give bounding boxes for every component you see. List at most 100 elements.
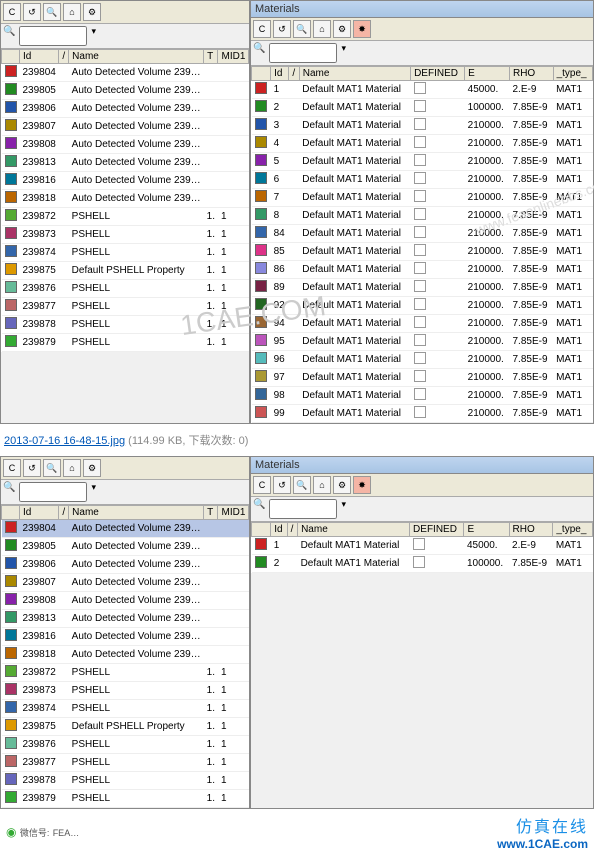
table-row[interactable]: 99Default MAT1 Material210000.7.85E-9MAT… bbox=[252, 405, 593, 423]
toolbar-btn-c[interactable]: C bbox=[253, 20, 271, 38]
toolbar-btn-q[interactable]: 🔍 bbox=[43, 3, 61, 21]
toolbar-btn-h[interactable]: ⌂ bbox=[313, 20, 331, 38]
table-row[interactable]: 239876PSHELL1.1PSHELL bbox=[2, 736, 250, 754]
table-row[interactable]: 5Default MAT1 Material210000.7.85E-9MAT1 bbox=[252, 153, 593, 171]
table-row[interactable]: 239805Auto Detected Volume 239…2PSOLID bbox=[2, 538, 250, 556]
defined-checkbox[interactable] bbox=[414, 280, 426, 292]
table-row[interactable]: 239879PSHELL1.1PSHELL bbox=[2, 790, 250, 808]
toolbar-btn-g[interactable]: ⚙ bbox=[333, 476, 351, 494]
table-row[interactable]: 239813Auto Detected Volume 239…2PSOLID bbox=[2, 610, 250, 628]
col-header[interactable]: / bbox=[59, 50, 69, 64]
col-header[interactable] bbox=[2, 50, 20, 64]
defined-checkbox[interactable] bbox=[414, 244, 426, 256]
table-row[interactable]: 239876PSHELL1.1PSHELL bbox=[2, 280, 250, 298]
col-header[interactable]: T bbox=[204, 506, 218, 520]
toolbar-btn-g[interactable]: ⚙ bbox=[333, 20, 351, 38]
table-row[interactable]: 239818Auto Detected Volume 239…2PSOLID bbox=[2, 190, 250, 208]
table-row[interactable]: 239878PSHELL1.1PSHELL bbox=[2, 316, 250, 334]
defined-checkbox[interactable] bbox=[414, 352, 426, 364]
col-header[interactable]: Id bbox=[271, 67, 289, 81]
col-header[interactable]: T bbox=[204, 50, 218, 64]
col-header[interactable]: / bbox=[59, 506, 69, 520]
toolbar-btn-s[interactable]: ↺ bbox=[273, 476, 291, 494]
table-row[interactable]: 96Default MAT1 Material210000.7.85E-9MAT… bbox=[252, 351, 593, 369]
search-input[interactable] bbox=[269, 499, 337, 519]
table-row[interactable]: 239813Auto Detected Volume 239…2PSOLID bbox=[2, 154, 250, 172]
defined-checkbox[interactable] bbox=[414, 208, 426, 220]
toolbar-btn-s[interactable]: ↺ bbox=[23, 459, 41, 477]
defined-checkbox[interactable] bbox=[414, 154, 426, 166]
table-row[interactable]: 239874PSHELL1.1PSHELL bbox=[2, 244, 250, 262]
toolbar-btn-*[interactable]: ✸ bbox=[353, 20, 371, 38]
toolbar-btn-g[interactable]: ⚙ bbox=[83, 459, 101, 477]
col-header[interactable]: Id bbox=[20, 50, 59, 64]
table-row[interactable]: 4Default MAT1 Material210000.7.85E-9MAT1 bbox=[252, 135, 593, 153]
table-row[interactable]: 239879PSHELL1.1PSHELL bbox=[2, 334, 250, 352]
table-row[interactable]: 98Default MAT1 Material210000.7.85E-9MAT… bbox=[252, 387, 593, 405]
col-header[interactable]: Id bbox=[20, 506, 59, 520]
table-row[interactable]: 95Default MAT1 Material210000.7.85E-9MAT… bbox=[252, 333, 593, 351]
table-row[interactable]: 239808Auto Detected Volume 239…2PSOLID bbox=[2, 136, 250, 154]
defined-checkbox[interactable] bbox=[414, 118, 426, 130]
table-row[interactable]: 239807Auto Detected Volume 239…2PSOLID bbox=[2, 574, 250, 592]
table-row[interactable]: 2Default MAT1 Material100000.7.85E-9MAT1 bbox=[252, 555, 593, 573]
dropdown-icon[interactable] bbox=[341, 43, 346, 63]
defined-checkbox[interactable] bbox=[414, 370, 426, 382]
table-row[interactable]: 239807Auto Detected Volume 239…2PSOLID bbox=[2, 118, 250, 136]
table-row[interactable]: 89Default MAT1 Material210000.7.85E-9MAT… bbox=[252, 279, 593, 297]
dropdown-icon[interactable] bbox=[91, 482, 96, 502]
defined-checkbox[interactable] bbox=[414, 406, 426, 418]
dropdown-icon[interactable] bbox=[341, 499, 346, 519]
table-row[interactable]: 239806Auto Detected Volume 239…2PSOLID bbox=[2, 556, 250, 574]
col-header[interactable]: / bbox=[289, 67, 299, 81]
col-header[interactable]: / bbox=[287, 523, 297, 537]
col-header[interactable]: Id bbox=[271, 523, 287, 537]
col-header[interactable]: DEFINED bbox=[411, 67, 465, 81]
table-row[interactable]: 6Default MAT1 Material210000.7.85E-9MAT1 bbox=[252, 171, 593, 189]
table-row[interactable]: 239818Auto Detected Volume 239…2PSOLID bbox=[2, 646, 250, 664]
col-header[interactable]: Name bbox=[298, 523, 410, 537]
toolbar-btn-q[interactable]: 🔍 bbox=[293, 20, 311, 38]
table-row[interactable]: 239872PSHELL1.1PSHELL bbox=[2, 664, 250, 682]
table-row[interactable]: 3Default MAT1 Material210000.7.85E-9MAT1 bbox=[252, 117, 593, 135]
toolbar-btn-c[interactable]: C bbox=[3, 3, 21, 21]
defined-checkbox[interactable] bbox=[414, 226, 426, 238]
toolbar-btn-q[interactable]: 🔍 bbox=[293, 476, 311, 494]
col-header[interactable]: E bbox=[464, 523, 509, 537]
defined-checkbox[interactable] bbox=[414, 190, 426, 202]
table-row[interactable]: 239816Auto Detected Volume 239…2PSOLID bbox=[2, 628, 250, 646]
toolbar-btn-g[interactable]: ⚙ bbox=[83, 3, 101, 21]
defined-checkbox[interactable] bbox=[414, 334, 426, 346]
table-row[interactable]: 7Default MAT1 Material210000.7.85E-9MAT1 bbox=[252, 189, 593, 207]
col-header[interactable]: _type_ bbox=[553, 523, 593, 537]
col-header[interactable]: DEFINED bbox=[410, 523, 464, 537]
col-header[interactable]: Name bbox=[69, 506, 204, 520]
col-header[interactable]: Name bbox=[69, 50, 204, 64]
defined-checkbox[interactable] bbox=[414, 172, 426, 184]
defined-checkbox[interactable] bbox=[414, 298, 426, 310]
table-row[interactable]: 239804Auto Detected Volume 239…2PSOLID bbox=[2, 64, 250, 82]
table-row[interactable]: 239873PSHELL1.1PSHELL bbox=[2, 226, 250, 244]
search-input[interactable] bbox=[19, 26, 87, 46]
toolbar-btn-c[interactable]: C bbox=[253, 476, 271, 494]
toolbar-btn-h[interactable]: ⌂ bbox=[313, 476, 331, 494]
col-header[interactable]: MID1 bbox=[218, 50, 249, 64]
defined-checkbox[interactable] bbox=[413, 538, 425, 550]
table-row[interactable]: 239816Auto Detected Volume 239…2PSOLID bbox=[2, 172, 250, 190]
col-header[interactable]: E bbox=[465, 67, 510, 81]
toolbar-btn-s[interactable]: ↺ bbox=[23, 3, 41, 21]
table-row[interactable]: 239877PSHELL1.1PSHELL bbox=[2, 298, 250, 316]
table-row[interactable]: 85Default MAT1 Material210000.7.85E-9MAT… bbox=[252, 243, 593, 261]
search-input[interactable] bbox=[19, 482, 87, 502]
defined-checkbox[interactable] bbox=[414, 136, 426, 148]
defined-checkbox[interactable] bbox=[414, 316, 426, 328]
table-row[interactable]: 1Default MAT1 Material45000.2.E-9MAT1 bbox=[252, 537, 593, 555]
col-header[interactable] bbox=[252, 67, 271, 81]
table-row[interactable]: 97Default MAT1 Material210000.7.85E-9MAT… bbox=[252, 369, 593, 387]
table-row[interactable]: 94Default MAT1 Material210000.7.85E-9MAT… bbox=[252, 315, 593, 333]
defined-checkbox[interactable] bbox=[414, 82, 426, 94]
caption-link[interactable]: 2013-07-16 16-48-15.jpg bbox=[4, 435, 125, 447]
table-row[interactable]: 239872PSHELL1.1PSHELL bbox=[2, 208, 250, 226]
defined-checkbox[interactable] bbox=[414, 388, 426, 400]
table-row[interactable]: 239875Default PSHELL Property1.1PSHELL bbox=[2, 718, 250, 736]
